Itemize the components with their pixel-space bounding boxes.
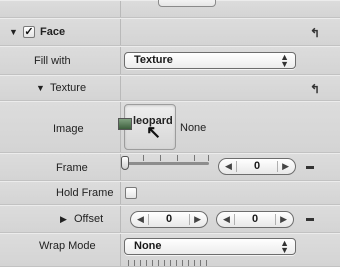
fill-with-popup[interactable]: Texture ▲ ▼: [124, 52, 296, 69]
slider-tick: [194, 155, 195, 161]
fill-with-value: Texture: [134, 54, 173, 66]
offset-row: ▶ Offset ◀ 0 ▶ ◀ 0 ▶: [0, 205, 340, 233]
hold-frame-label: Hold Frame: [56, 187, 114, 199]
header-row: [0, 0, 340, 18]
frame-stepper[interactable]: ◀ 0 ▶: [218, 158, 296, 175]
hold-frame-row: Hold Frame: [0, 181, 340, 205]
column-divider: [120, 182, 121, 204]
leopard-thumbnail: [118, 118, 132, 130]
hold-frame-checkbox[interactable]: [125, 187, 137, 199]
disclosure-triangle-icon[interactable]: ▼: [36, 83, 45, 93]
wrap-mode-label: Wrap Mode: [39, 240, 96, 252]
offset-y-stepper[interactable]: ◀ 0 ▶: [216, 211, 294, 228]
image-value: None: [180, 122, 207, 134]
stepper-separator: [277, 161, 278, 172]
slider-tick: [143, 155, 144, 161]
texture-label: Texture: [50, 82, 87, 94]
frame-label: Frame: [56, 162, 88, 174]
face-checkbox[interactable]: ✓: [23, 26, 35, 38]
image-label: Image: [53, 123, 84, 135]
updown-arrows-icon: ▲ ▼: [280, 52, 289, 69]
fill-with-row: Fill with Texture ▲ ▼: [0, 46, 340, 75]
fill-with-label: Fill with: [34, 55, 71, 67]
offset-x-stepper[interactable]: ◀ 0 ▶: [130, 211, 208, 228]
frame-slider-track[interactable]: [125, 162, 209, 165]
offset-label: Offset: [74, 213, 104, 225]
slider-tick: [160, 155, 161, 161]
drag-cursor-icon: ↖: [146, 122, 162, 142]
disclosure-triangle-icon[interactable]: ▶: [60, 214, 67, 225]
face-label: Face: [40, 26, 66, 38]
reset-icon[interactable]: ↰: [310, 83, 322, 95]
slider-tick: [177, 155, 178, 161]
wrap-mode-value: None: [134, 240, 162, 252]
updown-arrows-icon: ▲ ▼: [280, 238, 289, 255]
inspector-panel: ▼ ✓ Face ↰ Fill with Texture ▲ ▼ ▼ Textur…: [0, 0, 340, 267]
reset-icon[interactable]: ↰: [310, 27, 322, 39]
column-divider: [120, 47, 121, 74]
column-divider: [120, 206, 121, 232]
column-divider: [120, 234, 121, 266]
minus-icon[interactable]: [306, 166, 314, 169]
column-divider: [120, 76, 121, 100]
disclosure-triangle-icon[interactable]: ▼: [9, 27, 18, 37]
stepper-separator: [275, 214, 276, 225]
increment-arrow-icon[interactable]: ▶: [194, 214, 201, 225]
partial-slider-ticks: [128, 260, 208, 266]
column-divider: [120, 19, 121, 45]
wrap-mode-row: Wrap Mode None ▲ ▼: [0, 233, 340, 267]
slider-tick: [208, 155, 209, 161]
increment-arrow-icon[interactable]: ▶: [282, 161, 289, 172]
top-popup-partial[interactable]: [158, 0, 216, 7]
stepper-separator: [189, 214, 190, 225]
column-divider: [120, 1, 121, 17]
texture-row: ▼ Texture ↰: [0, 75, 340, 101]
frame-slider-knob[interactable]: [121, 156, 129, 170]
face-row: ▼ ✓ Face ↰: [0, 18, 340, 46]
increment-arrow-icon[interactable]: ▶: [280, 214, 287, 225]
wrap-mode-popup[interactable]: None ▲ ▼: [124, 238, 296, 255]
minus-icon[interactable]: [306, 218, 314, 221]
